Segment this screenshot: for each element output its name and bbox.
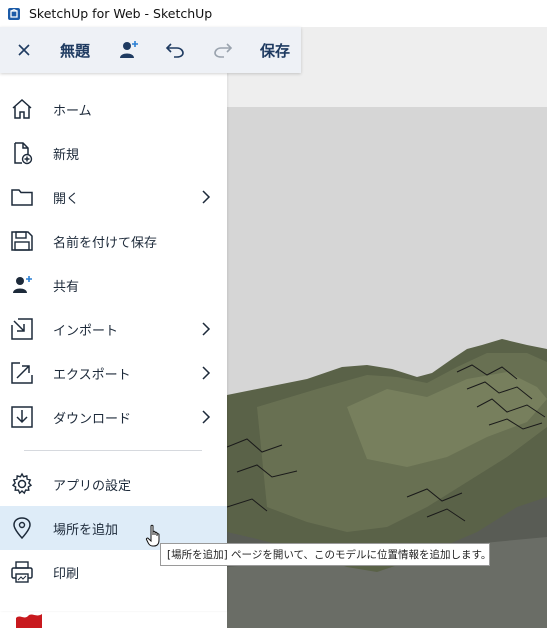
chevron-right-icon bbox=[202, 322, 211, 336]
document-title[interactable]: 無題 bbox=[52, 27, 98, 73]
share-user-icon bbox=[13, 276, 32, 293]
menu-item-export[interactable]: エクスポート bbox=[0, 351, 227, 395]
top-toolbar: 無題 保存 bbox=[0, 27, 301, 73]
window-titlebar: SketchUp for Web - SketchUp bbox=[0, 0, 547, 27]
menu-item-label: 場所を追加 bbox=[53, 522, 119, 538]
menu-item-label: ダウンロード bbox=[53, 411, 132, 427]
export-icon bbox=[11, 362, 33, 384]
undo-icon bbox=[165, 43, 184, 58]
menu-item-save-as[interactable]: 名前を付けて保存 bbox=[0, 219, 227, 263]
close-icon bbox=[18, 44, 30, 56]
close-menu-button[interactable] bbox=[10, 27, 38, 73]
menu-item-label: 共有 bbox=[53, 279, 80, 295]
chevron-right-icon bbox=[202, 410, 211, 424]
new-file-icon bbox=[14, 142, 33, 165]
document-title-label: 無題 bbox=[59, 41, 90, 60]
home-icon bbox=[12, 98, 32, 119]
menu-item-label: アプリの設定 bbox=[53, 478, 132, 494]
tooltip: [場所を追加] ページを開いて、このモデルに位置情報を追加します。 bbox=[160, 543, 492, 566]
save-disk-icon bbox=[11, 231, 33, 251]
menu-item-download[interactable]: ダウンロード bbox=[0, 395, 227, 439]
undo-button[interactable] bbox=[160, 27, 190, 73]
chevron-right-icon bbox=[202, 190, 211, 204]
chevron-right-icon bbox=[202, 366, 211, 380]
menu-item-app-settings[interactable]: アプリの設定 bbox=[0, 462, 227, 506]
model-viewport[interactable] bbox=[227, 27, 547, 628]
gear-icon bbox=[11, 472, 33, 495]
tooltip-text: [場所を追加] ページを開いて、このモデルに位置情報を追加します。 bbox=[167, 549, 492, 561]
menu-item-home[interactable]: ホーム bbox=[0, 87, 227, 131]
menu-item-label: 印刷 bbox=[53, 566, 80, 582]
menu-divider bbox=[24, 450, 202, 451]
printer-icon bbox=[11, 561, 33, 583]
sketchup-logo-icon bbox=[8, 7, 20, 20]
menu-item-label: インポート bbox=[53, 323, 119, 339]
redo-button[interactable] bbox=[208, 27, 238, 73]
menu-item-label: 名前を付けて保存 bbox=[53, 235, 158, 251]
download-icon bbox=[11, 406, 33, 428]
share-button[interactable] bbox=[114, 27, 144, 73]
menu-item-import[interactable]: インポート bbox=[0, 307, 227, 351]
location-pin-icon bbox=[13, 517, 31, 540]
import-icon bbox=[11, 318, 33, 340]
hand-cursor-icon bbox=[145, 524, 160, 547]
menu-item-label: 新規 bbox=[53, 147, 80, 163]
redo-icon bbox=[214, 43, 233, 58]
menu-item-label: ホーム bbox=[53, 103, 92, 119]
menu-item-open[interactable]: 開く bbox=[0, 175, 227, 219]
save-button-label: 保存 bbox=[259, 41, 290, 60]
window-title: SketchUp for Web - SketchUp bbox=[29, 6, 213, 21]
menu-item-new[interactable]: 新規 bbox=[0, 131, 227, 175]
terrain-model bbox=[227, 339, 547, 628]
menu-item-share[interactable]: 共有 bbox=[0, 263, 227, 307]
folder-icon bbox=[11, 189, 33, 206]
save-button[interactable]: 保存 bbox=[254, 27, 296, 73]
file-menu: ホーム 新規 開く 名前を付けて保存 共有 インポート エクスポート ダウンロー… bbox=[0, 73, 227, 611]
menu-item-label: 開く bbox=[53, 191, 80, 207]
add-user-icon bbox=[120, 41, 138, 58]
menu-item-label: エクスポート bbox=[53, 367, 131, 383]
